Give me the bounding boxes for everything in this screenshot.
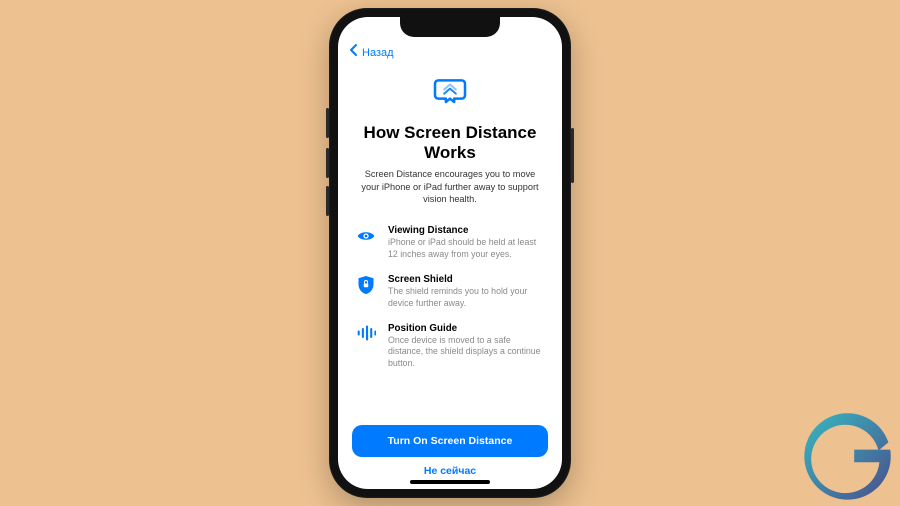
home-indicator <box>410 480 490 484</box>
watermark-logo <box>802 410 892 500</box>
feature-viewing-distance: Viewing Distance iPhone or iPad should b… <box>356 225 544 260</box>
feature-desc: Once device is moved to a safe distance,… <box>388 335 544 369</box>
phone-screen: Назад How Screen Distance Works Screen D… <box>338 17 562 489</box>
phone-frame: Назад How Screen Distance Works Screen D… <box>329 8 571 498</box>
notch <box>400 17 500 37</box>
bars-icon <box>356 323 376 342</box>
feature-desc: iPhone or iPad should be held at least 1… <box>388 237 544 260</box>
eye-icon <box>356 225 376 246</box>
feature-desc: The shield reminds you to hold your devi… <box>388 286 544 309</box>
shield-icon <box>356 274 376 295</box>
page-subtitle: Screen Distance encourages you to move y… <box>356 168 544 205</box>
back-chevron-icon[interactable] <box>348 43 360 62</box>
feature-title: Screen Shield <box>388 274 544 285</box>
main-content: How Screen Distance Works Screen Distanc… <box>338 66 562 413</box>
feature-list: Viewing Distance iPhone or iPad should b… <box>356 225 544 369</box>
page-title: How Screen Distance Works <box>356 123 544 162</box>
back-button[interactable]: Назад <box>362 47 394 59</box>
feature-position-guide: Position Guide Once device is moved to a… <box>356 323 544 369</box>
not-now-button[interactable]: Не сейчас <box>424 465 476 477</box>
feature-title: Position Guide <box>388 323 544 334</box>
bottom-bar: Turn On Screen Distance Не сейчас <box>338 413 562 489</box>
screen-distance-icon <box>430 72 470 117</box>
feature-title: Viewing Distance <box>388 225 544 236</box>
turn-on-button[interactable]: Turn On Screen Distance <box>352 425 548 457</box>
feature-screen-shield: Screen Shield The shield reminds you to … <box>356 274 544 309</box>
